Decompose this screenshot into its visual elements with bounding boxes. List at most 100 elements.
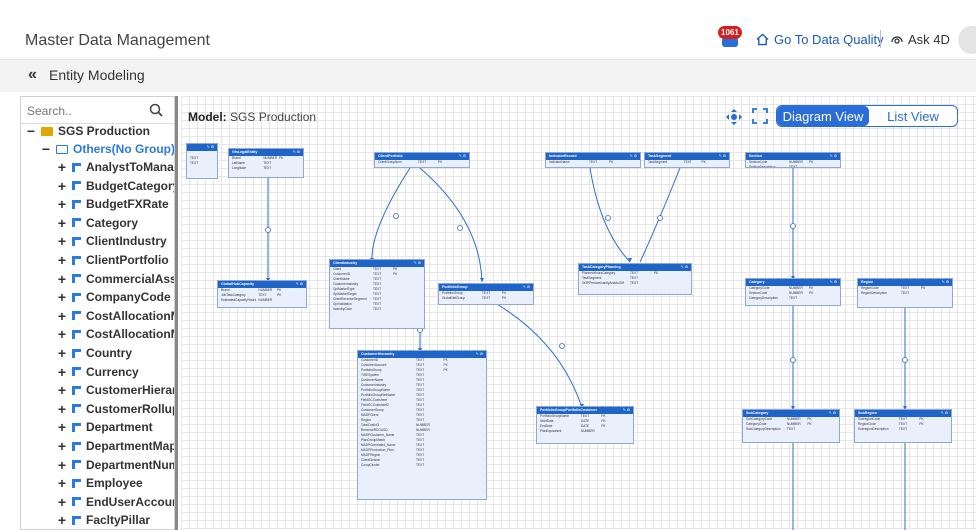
tree-item[interactable]: + Currency — [57, 363, 139, 381]
expand-icon[interactable]: + — [57, 382, 67, 398]
edit-icon[interactable]: ✎ ⚙ — [830, 280, 837, 284]
expand-icon[interactable]: + — [57, 512, 67, 528]
tree-item[interactable]: + DepartmentNum — [57, 456, 175, 474]
expand-icon[interactable]: + — [57, 308, 67, 324]
search-input[interactable] — [27, 101, 145, 121]
ask-4d-button[interactable]: Ask 4D — [890, 32, 950, 47]
collapse-icon[interactable]: − — [41, 141, 51, 157]
entity-table[interactable]: PortfolioGroupPortfolioCustomer ✎ ⚙ Portfo… — [536, 406, 634, 444]
list-view-button[interactable]: List View — [869, 106, 957, 126]
fullscreen-icon[interactable] — [752, 108, 768, 124]
edit-icon[interactable]: ✎ ⚙ — [681, 265, 688, 269]
avatar[interactable] — [958, 26, 976, 54]
edit-icon[interactable]: ✎ ⚙ — [829, 411, 836, 415]
entity-table[interactable]: GfsLegalEntity ✎ ⚙ Brand NUMBER PK LatName TEX… — [228, 148, 304, 178]
edit-icon[interactable]: ✎ ⚙ — [719, 154, 726, 158]
tree-group[interactable]: − Others(No Group) — [41, 140, 174, 158]
edit-icon[interactable]: ✎ ⚙ — [941, 411, 948, 415]
tree-item[interactable]: + CommercialAssi — [57, 270, 174, 288]
sidebar-scrollbar[interactable] — [175, 96, 178, 530]
diagram-view-button[interactable]: Diagram View — [777, 106, 869, 126]
search-icon[interactable] — [149, 103, 163, 117]
back-icon[interactable]: « — [28, 66, 37, 84]
tree-item[interactable]: + CustomerHierar — [57, 381, 174, 399]
entity-table[interactable]: PortfolioGroup ✎ ⚙ PortfolioGroup TEXT PK Glo… — [438, 283, 534, 305]
expand-icon[interactable]: + — [57, 215, 67, 231]
tree-item-label: Category — [86, 215, 139, 230]
expand-icon[interactable]: + — [57, 159, 67, 175]
expand-icon[interactable]: + — [57, 419, 67, 435]
expand-icon[interactable]: + — [57, 401, 67, 417]
entity-table[interactable]: ✎ ⚙ TEXT TEXT — [186, 143, 218, 179]
expand-icon[interactable]: + — [57, 196, 67, 212]
edit-icon[interactable]: ✎ ⚙ — [942, 280, 949, 284]
tree-item[interactable]: + FacltyPillar — [57, 511, 150, 529]
expand-icon[interactable]: + — [57, 494, 67, 510]
tree-item[interactable]: + AnalystToManag — [57, 158, 174, 176]
expand-icon[interactable]: + — [57, 364, 67, 380]
tree-item[interactable]: + CompanyCode — [57, 288, 171, 306]
entity-table[interactable]: TaskCategoryPlanning ✎ ⚙ PlannedHoursCateg… — [578, 263, 692, 295]
expand-icon[interactable]: + — [57, 233, 67, 249]
tree-item[interactable]: + Category — [57, 214, 138, 232]
entity-table-title: TaskCategoryPlanning — [582, 265, 621, 269]
entity-field-row — [546, 165, 640, 167]
tree-item-label: Employee — [86, 476, 143, 491]
notification-button[interactable]: 1061 — [718, 26, 742, 51]
field-name: CompCluster — [361, 463, 380, 467]
tree-item[interactable]: + Employee — [57, 474, 143, 492]
tree-item[interactable]: + CostAllocationM — [57, 325, 174, 343]
expand-icon[interactable]: + — [57, 457, 67, 473]
edit-icon[interactable]: ✎ ⚙ — [630, 154, 637, 158]
entity-table[interactable]: Category ✎ ⚙ CategoryCode NUMBER PK SectionCo… — [745, 278, 841, 306]
move-icon[interactable] — [725, 108, 743, 126]
edit-icon[interactable]: ✎ ⚙ — [830, 154, 837, 158]
collapse-icon[interactable]: − — [26, 123, 36, 139]
entity-table[interactable]: SubCategory ✎ ⚙ SubCategoryCode NUMBER PK Cat… — [742, 409, 840, 443]
expand-icon[interactable]: + — [57, 326, 67, 342]
expand-icon[interactable]: + — [57, 252, 67, 268]
entity-table[interactable]: Section ✎ ⚙ SectionCode NUMBER PK SectionDesc… — [745, 152, 841, 168]
entity-icon — [72, 367, 81, 377]
edit-icon[interactable]: ✎ ⚙ — [459, 154, 466, 158]
entity-table[interactable]: SubRegion ✎ ⚙ SubregionCode TEXT PK RegionCod… — [854, 409, 952, 443]
tree-item[interactable]: + ClientPortfolio — [57, 251, 169, 269]
tree-item[interactable]: + DepartmentMap — [57, 437, 174, 455]
tree-item[interactable]: + BudgetCategory — [57, 177, 174, 195]
entity-table[interactable]: IndicatorRecord ✎ ⚙ IndicatorName TEXT PK — [545, 152, 641, 168]
edit-icon[interactable]: ✎ ⚙ — [623, 408, 630, 412]
entity-table[interactable]: ClientPortfolio ✎ ⚙ ClientGroupNum TEXT PK — [374, 152, 470, 168]
expand-icon[interactable]: + — [57, 178, 67, 194]
edit-icon[interactable]: ✎ ⚙ — [207, 145, 214, 149]
entity-table[interactable]: Region ✎ ⚙ RegionCode TEXT PK RegionDescripti… — [857, 278, 953, 308]
entity-table[interactable]: ClientIndustry ✎ ⚙ Client TEXT PK CustomerID T… — [329, 259, 425, 329]
expand-icon[interactable]: + — [57, 271, 67, 287]
expand-icon[interactable]: + — [57, 345, 67, 361]
expand-icon[interactable]: + — [57, 475, 67, 491]
edit-icon[interactable]: ✎ ⚙ — [476, 352, 483, 356]
entity-table[interactable]: CustomerHierarchy ✎ ⚙ CustomerID TEXT PK Cust… — [357, 350, 487, 500]
edit-icon[interactable]: ✎ ⚙ — [293, 150, 300, 154]
tree-item[interactable]: + BudgetFXRate — [57, 195, 169, 213]
field-key: PK — [921, 286, 926, 290]
entity-table[interactable]: TaskSegment ✎ ⚙ TaskSegment TEXT PK — [644, 152, 730, 168]
entity-table[interactable]: GlobalHubCapacity ✎ ⚙ Brand NUMBER PK JobTask… — [217, 280, 307, 308]
edit-icon[interactable]: ✎ ⚙ — [414, 261, 421, 265]
edit-icon[interactable]: ✎ ⚙ — [296, 282, 303, 286]
tree-item[interactable]: + CostAllocationM — [57, 307, 174, 325]
tree-item-label: Department — [86, 420, 153, 435]
tree-root[interactable]: − SGS Production — [26, 122, 150, 140]
tree-item[interactable]: + ClientIndustry — [57, 232, 167, 250]
tree-item[interactable]: + EndUserAccount — [57, 493, 174, 511]
tree-item[interactable]: + Department — [57, 418, 153, 436]
tree-item-label: DepartmentNum — [86, 457, 175, 472]
entity-icon — [72, 255, 81, 265]
edit-icon[interactable]: ✎ ⚙ — [523, 285, 530, 289]
go-to-data-quality-link[interactable]: Go To Data Quality — [756, 32, 884, 47]
entity-icon — [72, 497, 81, 507]
expand-icon[interactable]: + — [57, 289, 67, 305]
tree-item[interactable]: + CustomerRollup — [57, 400, 174, 418]
tree-item[interactable]: + Country — [57, 344, 132, 362]
field-type: NUMBER — [580, 429, 595, 433]
expand-icon[interactable]: + — [57, 438, 67, 454]
